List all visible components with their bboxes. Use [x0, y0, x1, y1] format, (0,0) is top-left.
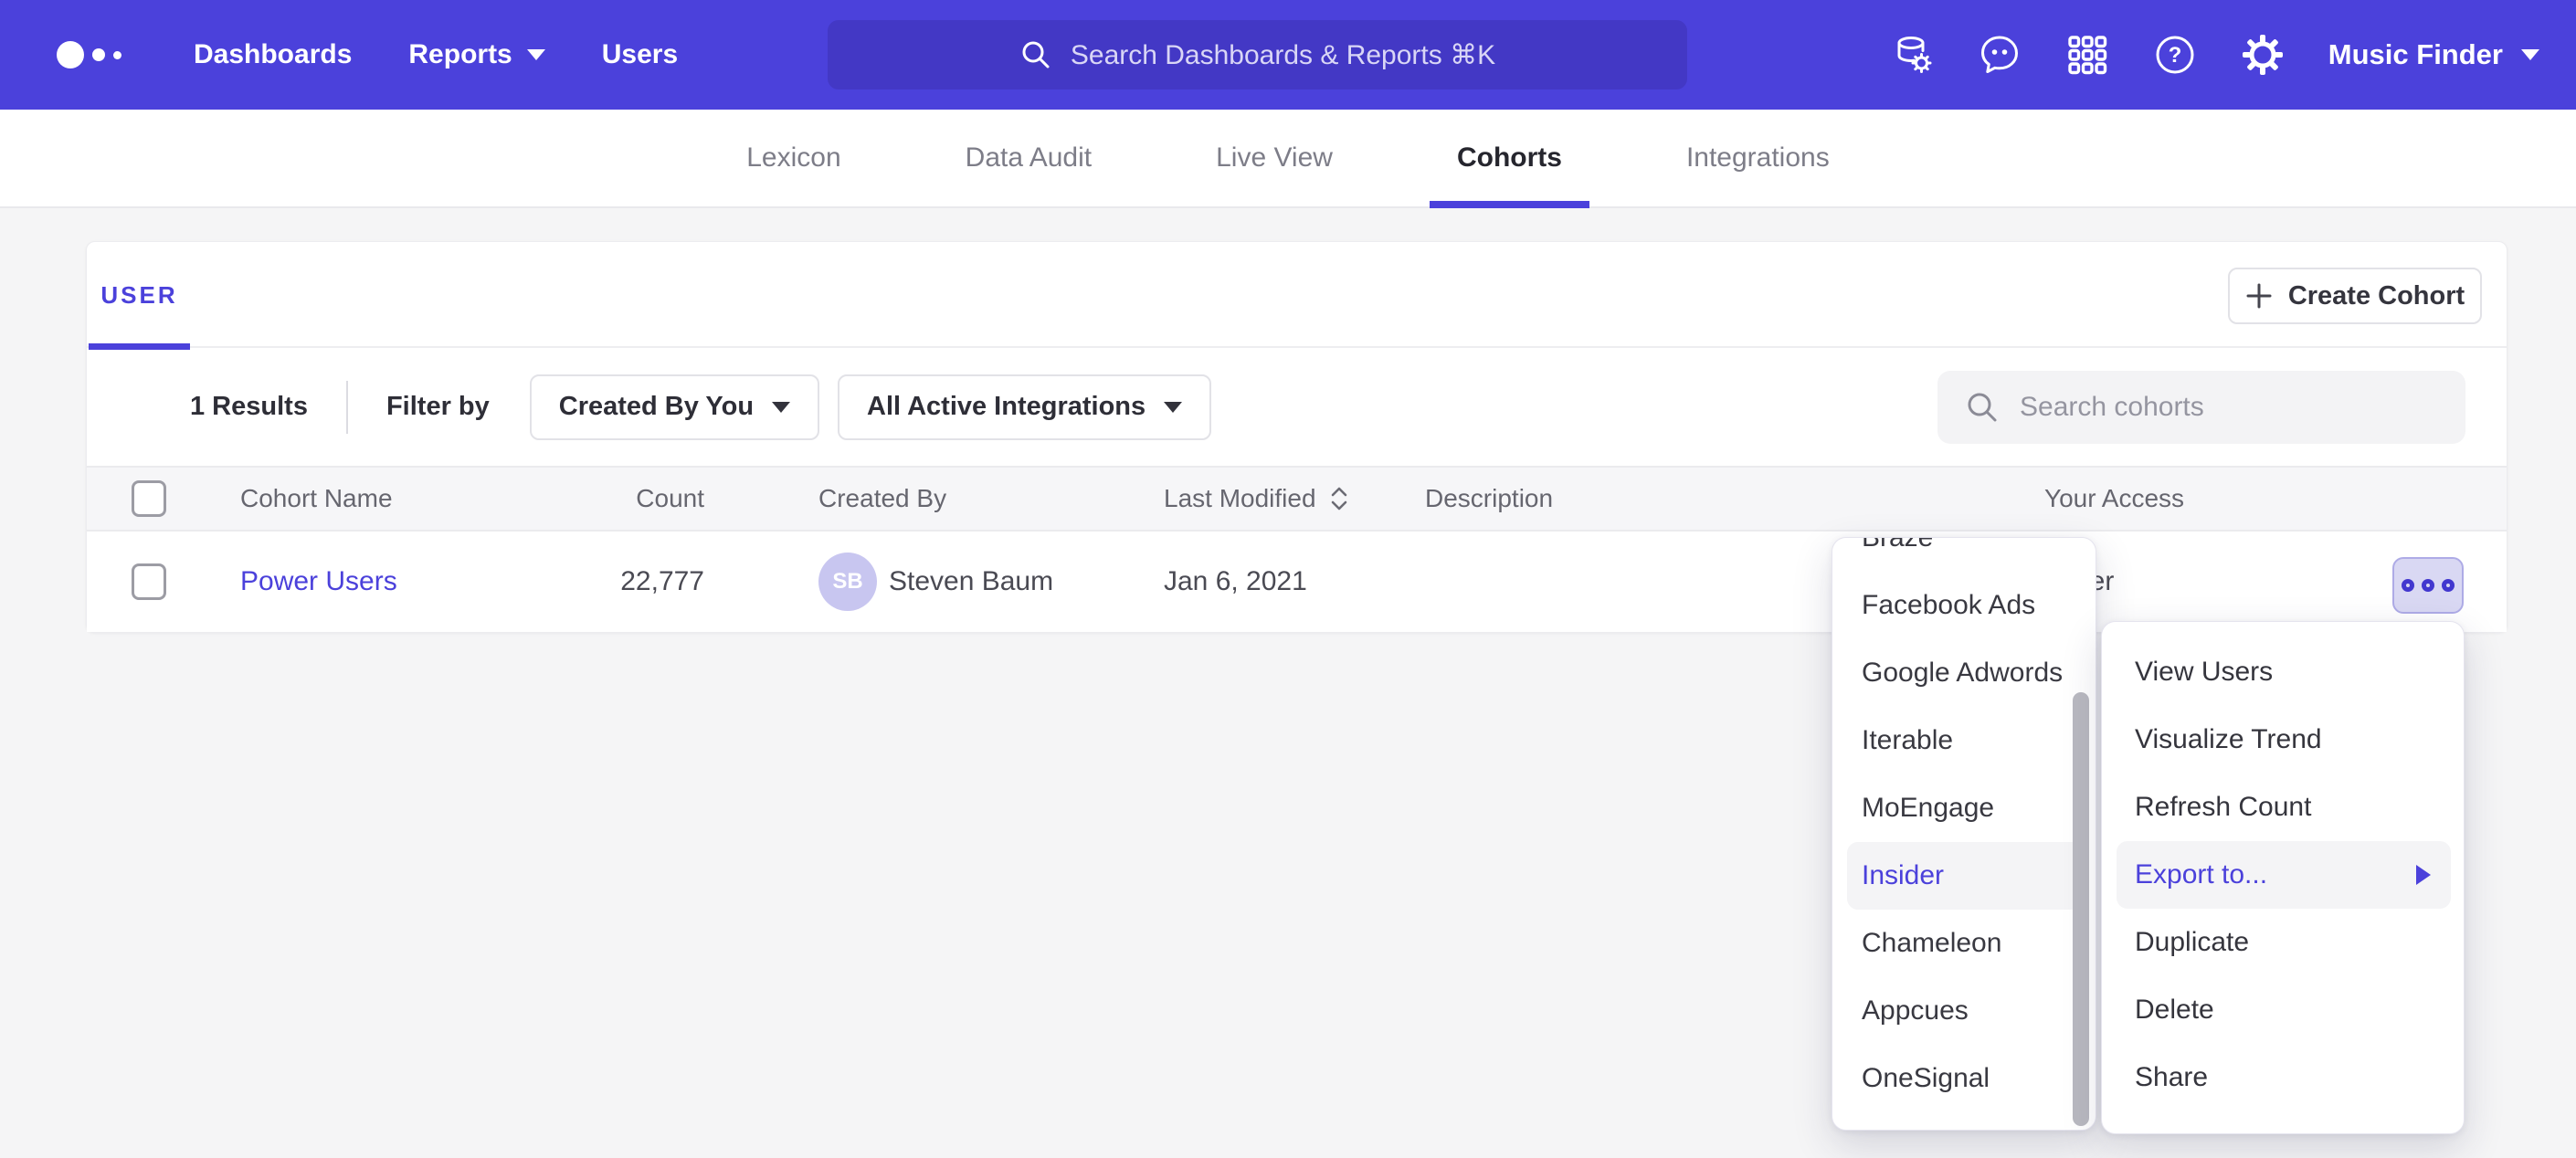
- export-option-google-adwords[interactable]: Google Adwords: [1832, 639, 2096, 707]
- tab-lexicon-label: Lexicon: [746, 142, 840, 174]
- settings-gear-icon[interactable]: [2241, 33, 2285, 77]
- export-option-facebook-ads[interactable]: Facebook Ads: [1832, 572, 2096, 639]
- page-body: USER Create Cohort 1 Results Filter by C…: [0, 208, 2576, 1158]
- header-created-by[interactable]: Created By: [818, 468, 946, 530]
- export-option-chameleon[interactable]: Chameleon: [1832, 910, 2096, 977]
- cohort-name-link[interactable]: Power Users: [240, 566, 397, 597]
- tab-user-cohorts-label: USER: [100, 281, 177, 310]
- chevron-down-icon: [1164, 402, 1182, 413]
- export-option-insider[interactable]: Insider: [1847, 842, 2085, 910]
- header-description[interactable]: Description: [1425, 468, 1553, 530]
- tab-data-audit[interactable]: Data Audit: [938, 110, 1119, 206]
- menu-item-view-users[interactable]: View Users: [2102, 638, 2464, 706]
- row-checkbox[interactable]: [132, 563, 166, 600]
- plus-icon: [2245, 282, 2273, 310]
- dot-icon: [2442, 579, 2455, 592]
- search-cohorts-box: [1937, 371, 2465, 444]
- nav-item-reports-label: Reports: [408, 39, 512, 70]
- cohort-type-tabs: USER Create Cohort: [87, 242, 2507, 348]
- data-management-icon[interactable]: [1890, 33, 1934, 77]
- header-last-modified[interactable]: Last Modified: [1164, 468, 1349, 530]
- tab-integrations-label: Integrations: [1686, 142, 1830, 174]
- table-row: Power Users 22,777 SB Steven Baum Jan 6,…: [87, 532, 2507, 632]
- menu-item-visualize-trend[interactable]: Visualize Trend: [2102, 706, 2464, 774]
- menu-item-export-to-label: Export to...: [2135, 859, 2267, 890]
- menu-item-delete[interactable]: Delete: [2102, 976, 2464, 1044]
- account-menu[interactable]: Music Finder: [2328, 38, 2539, 71]
- table-header-row: Cohort Name Count Created By Last Modifi…: [87, 466, 2507, 532]
- row-context-menu: View Users Visualize Trend Refresh Count…: [2101, 621, 2465, 1134]
- header-cohort-name[interactable]: Cohort Name: [240, 468, 393, 530]
- chevron-down-icon: [772, 402, 790, 413]
- account-name: Music Finder: [2328, 38, 2503, 71]
- dot-icon: [2422, 579, 2434, 592]
- top-nav: Dashboards Reports Users Search Dashboar…: [0, 0, 2576, 110]
- tab-live-view-label: Live View: [1216, 142, 1333, 174]
- cohorts-page: Dashboards Reports Users Search Dashboar…: [0, 0, 2576, 1158]
- global-search-input[interactable]: Search Dashboards & Reports ⌘K: [828, 20, 1687, 89]
- menu-item-refresh-count[interactable]: Refresh Count: [2102, 774, 2464, 841]
- sort-icon: [1329, 484, 1349, 513]
- select-all-checkbox[interactable]: [132, 480, 166, 517]
- tab-data-audit-label: Data Audit: [966, 142, 1092, 174]
- export-to-submenu: Braze Facebook Ads Google Adwords Iterab…: [1832, 537, 2096, 1131]
- tab-integrations[interactable]: Integrations: [1659, 110, 1857, 206]
- avatar: SB: [818, 553, 877, 611]
- export-option-onesignal[interactable]: OneSignal: [1832, 1045, 2096, 1112]
- last-modified-cell: Jan 6, 2021: [1164, 532, 1307, 632]
- chevron-down-icon: [527, 49, 545, 60]
- nav-item-reports[interactable]: Reports: [380, 39, 573, 70]
- nav-item-users[interactable]: Users: [574, 39, 706, 70]
- filter-by-label: Filter by: [386, 392, 490, 422]
- chevron-down-icon: [2521, 49, 2539, 60]
- submenu-scrollbar[interactable]: [2073, 692, 2089, 1126]
- create-cohort-button[interactable]: Create Cohort: [2228, 268, 2482, 324]
- help-icon[interactable]: ?: [2153, 33, 2197, 77]
- created-by-cell: SB Steven Baum: [818, 532, 1053, 632]
- mixpanel-logo[interactable]: [57, 41, 121, 68]
- export-option-braze[interactable]: Braze: [1832, 537, 2096, 572]
- section-tabs: Lexicon Data Audit Live View Cohorts Int…: [0, 110, 2576, 208]
- chevron-right-icon: [2416, 865, 2431, 885]
- feedback-icon[interactable]: [1978, 33, 2022, 77]
- integrations-filter[interactable]: All Active Integrations: [838, 374, 1211, 440]
- results-count: 1 Results: [190, 392, 308, 422]
- tab-lexicon[interactable]: Lexicon: [719, 110, 868, 206]
- export-option-moengage[interactable]: MoEngage: [1832, 774, 2096, 842]
- more-actions-button[interactable]: [2392, 557, 2464, 614]
- tab-cohorts[interactable]: Cohorts: [1430, 110, 1589, 206]
- dot-icon: [2402, 579, 2414, 592]
- tab-cohorts-label: Cohorts: [1457, 142, 1562, 174]
- menu-item-share[interactable]: Share: [2102, 1044, 2464, 1111]
- created-by-name: Steven Baum: [889, 566, 1053, 597]
- integrations-filter-label: All Active Integrations: [867, 392, 1145, 422]
- export-option-appcues[interactable]: Appcues: [1832, 977, 2096, 1045]
- nav-item-dashboards[interactable]: Dashboards: [165, 39, 380, 70]
- create-cohort-label: Create Cohort: [2288, 281, 2465, 311]
- nav-item-dashboards-label: Dashboards: [194, 39, 352, 70]
- search-cohorts-input[interactable]: [2020, 392, 2422, 423]
- logo-dot-large: [57, 41, 84, 68]
- cohort-count: 22,777: [470, 532, 704, 632]
- nav-item-users-label: Users: [602, 39, 678, 70]
- tab-user-cohorts[interactable]: USER: [89, 242, 190, 348]
- global-search-placeholder: Search Dashboards & Reports ⌘K: [1071, 39, 1495, 71]
- export-option-iterable[interactable]: Iterable: [1832, 707, 2096, 774]
- header-your-access[interactable]: Your Access: [2044, 468, 2184, 530]
- logo-dot-small: [113, 51, 121, 59]
- search-icon: [1965, 390, 2000, 425]
- cohorts-card: USER Create Cohort 1 Results Filter by C…: [86, 241, 2507, 633]
- menu-item-export-to[interactable]: Export to...: [2117, 841, 2451, 909]
- created-by-filter[interactable]: Created By You: [530, 374, 819, 440]
- apps-grid-icon[interactable]: [2065, 33, 2109, 77]
- search-icon: [1019, 38, 1052, 71]
- svg-text:?: ?: [2168, 43, 2181, 68]
- header-last-modified-label: Last Modified: [1164, 484, 1316, 513]
- created-by-filter-label: Created By You: [559, 392, 754, 422]
- menu-item-duplicate[interactable]: Duplicate: [2102, 909, 2464, 976]
- header-count[interactable]: Count: [470, 468, 704, 530]
- logo-dot-medium: [92, 48, 105, 61]
- tab-live-view[interactable]: Live View: [1188, 110, 1360, 206]
- divider: [346, 381, 348, 434]
